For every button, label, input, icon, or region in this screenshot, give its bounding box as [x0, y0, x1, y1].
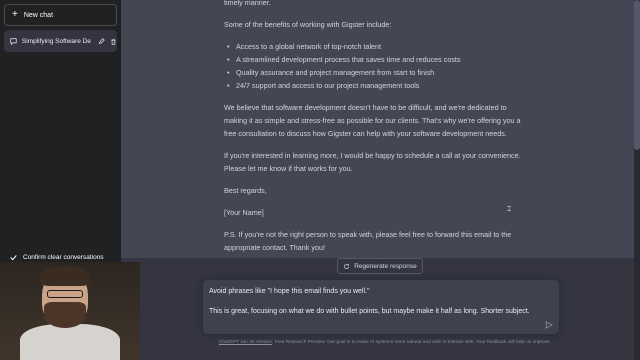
assistant-message: timely manner. Some of the benefits of w…	[121, 0, 640, 258]
footer: ChatGPT Jan 30 Version. Free Research Pr…	[175, 340, 595, 345]
interested-paragraph: If you're interested in learning more, I…	[224, 151, 521, 173]
refresh-icon	[344, 263, 350, 269]
closing-text: Best regards,	[224, 186, 267, 195]
trash-icon[interactable]	[110, 38, 117, 45]
benefits-list: Access to a global network of top-notch …	[224, 40, 524, 92]
list-item: 24/7 support and access to our project m…	[224, 79, 524, 92]
prompt-input[interactable]: Avoid phrases like "I hope this email fi…	[203, 280, 559, 334]
footer-text: . Free Research Preview. Our goal is to …	[271, 340, 552, 345]
main-area: timely manner. Some of the benefits of w…	[121, 0, 640, 360]
regenerate-button[interactable]: Regenerate response	[337, 258, 423, 274]
pencil-icon[interactable]	[98, 37, 105, 45]
confirm-clear-label: Confirm clear conversations	[23, 253, 104, 261]
regenerate-label: Regenerate response	[354, 262, 417, 270]
chat-bubble-icon	[10, 37, 17, 45]
benefits-intro: Some of the benefits of working with Gig…	[224, 20, 392, 29]
webcam-overlay	[0, 262, 140, 360]
believe-paragraph: We believe that software development doe…	[224, 103, 521, 138]
name-placeholder: [Your Name]	[224, 208, 264, 217]
plus-icon: +	[12, 9, 18, 20]
version-link[interactable]: ChatGPT Jan 30 Version	[219, 340, 272, 345]
sidebar-chat-item[interactable]: Simplifying Software De	[4, 30, 117, 52]
ps-paragraph: P.S. If you're not the right person to s…	[224, 230, 512, 252]
partial-top-text: timely manner.	[224, 0, 271, 7]
scrollbar[interactable]	[634, 0, 640, 360]
prompt-line-2: This is great, focusing on what we do wi…	[209, 308, 530, 315]
new-chat-label: New chat	[23, 11, 54, 19]
check-icon	[10, 254, 17, 260]
send-icon[interactable]	[545, 321, 553, 329]
list-item: Access to a global network of top-notch …	[224, 40, 524, 53]
mouse-cursor-icon: ⌶	[507, 206, 512, 213]
list-item: Quality assurance and project management…	[224, 66, 524, 79]
list-item: A streamlined development process that s…	[224, 53, 524, 66]
message-text: timely manner. Some of the benefits of w…	[224, 0, 524, 263]
scrollbar-thumb[interactable]	[634, 0, 640, 150]
chat-item-title: Simplifying Software De	[21, 37, 91, 45]
prompt-line-1: Avoid phrases like "I hope this email fi…	[209, 288, 370, 295]
new-chat-button[interactable]: + New chat	[4, 4, 117, 26]
